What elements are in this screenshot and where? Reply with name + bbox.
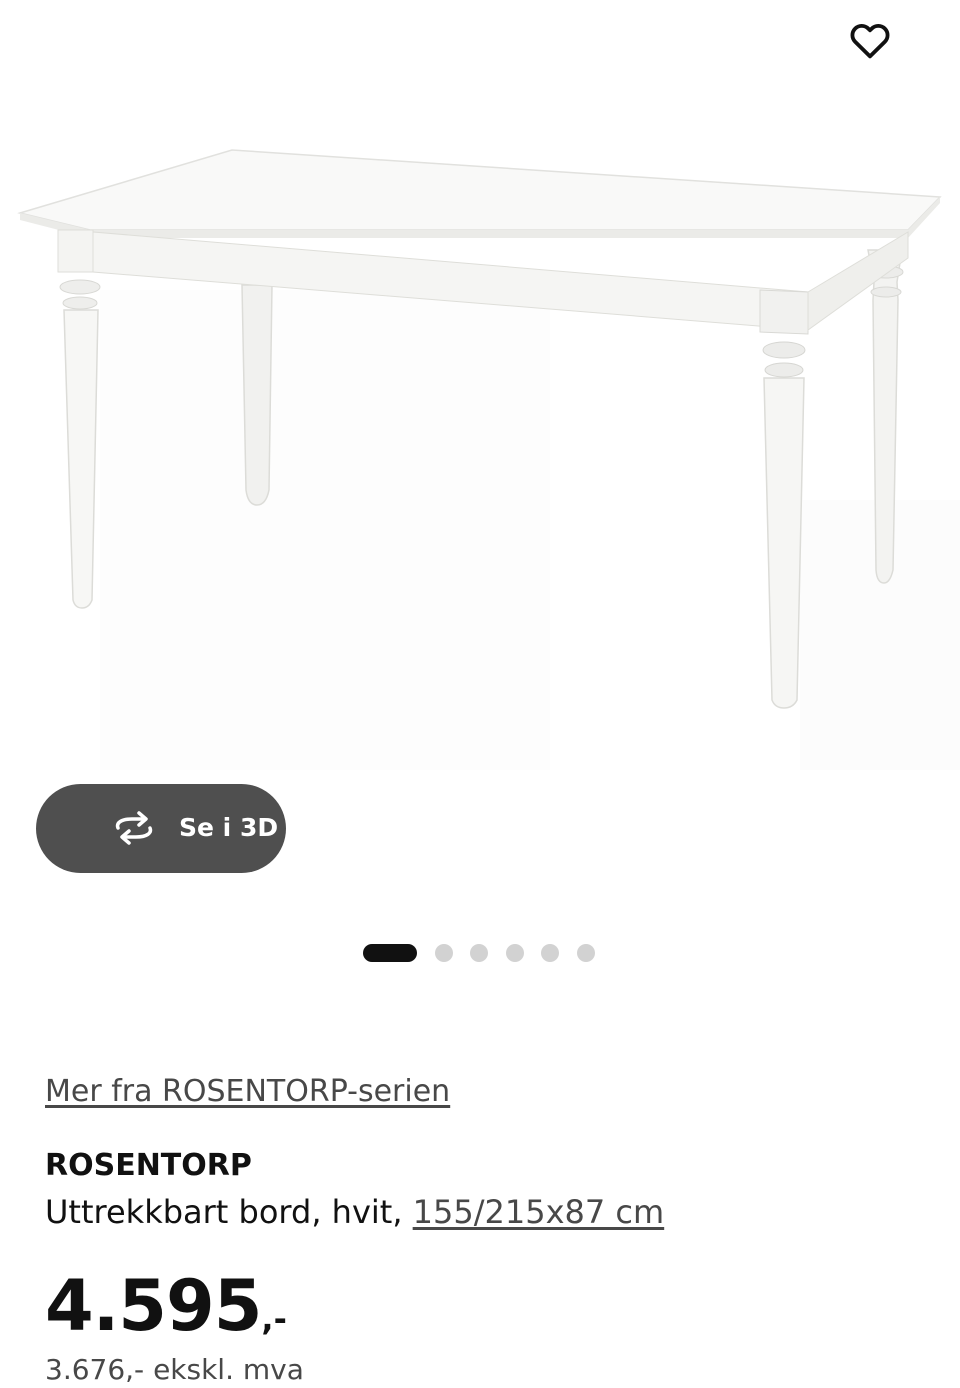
carousel-indicator — [363, 943, 595, 963]
carousel-dot-4[interactable] — [505, 944, 524, 962]
product-image — [17, 149, 960, 770]
price-decimal: ,- — [261, 1300, 287, 1338]
view-in-3d-label: Se i 3D — [179, 813, 279, 842]
carousel-dot-3[interactable] — [470, 944, 488, 962]
carousel-dot-5[interactable] — [541, 944, 559, 962]
product-description-text: Uttrekkbart bord, hvit, — [45, 1193, 413, 1231]
favourite-button[interactable] — [842, 12, 898, 68]
heart-outline-icon — [850, 23, 890, 59]
product-name: ROSENTORP — [45, 1148, 252, 1183]
price-integer: 4.595 — [45, 1265, 262, 1347]
price-excl-vat: 3.676,- ekskl. mva — [45, 1353, 304, 1386]
carousel-dot-2[interactable] — [434, 944, 453, 962]
product-size-link[interactable]: 155/215x87 cm — [413, 1193, 665, 1231]
product-description: Uttrekkbart bord, hvit, 155/215x87 cm — [45, 1191, 664, 1233]
carousel-dot-1[interactable] — [363, 944, 417, 962]
product-image-area[interactable]: Se i 3D — [0, 0, 960, 873]
series-link[interactable]: Mer fra ROSENTORP-serien — [45, 1072, 450, 1112]
rotate-3d-icon — [115, 811, 153, 845]
carousel-dot-6[interactable] — [576, 944, 595, 962]
product-price: 4.595,- — [45, 1266, 287, 1365]
view-in-3d-button[interactable]: Se i 3D — [36, 784, 286, 873]
